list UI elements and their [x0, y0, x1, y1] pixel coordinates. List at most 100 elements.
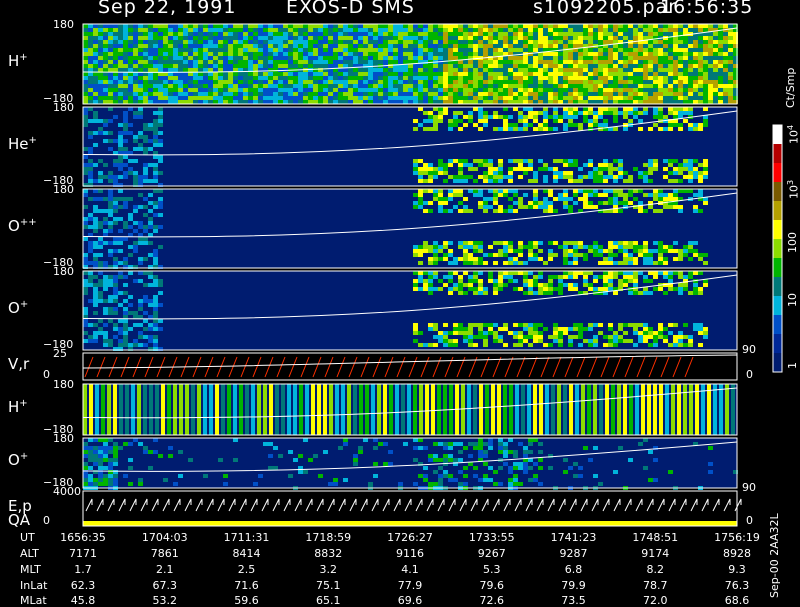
heatmap-cell — [268, 24, 273, 28]
heatmap-cell — [513, 474, 518, 478]
heatmap-cell — [133, 40, 138, 44]
heatmap-cell — [143, 295, 148, 299]
heatmap-cell — [203, 32, 208, 36]
heatmap-cell — [533, 44, 538, 48]
heatmap-cell — [263, 48, 268, 52]
heatmap-cell — [603, 36, 608, 40]
heatmap-cell — [363, 44, 368, 48]
heatmap-cell — [688, 163, 693, 167]
heatmap-cell — [443, 245, 448, 249]
heatmap-cell — [393, 60, 398, 64]
heatmap-cell — [508, 127, 513, 131]
heatmap-cell — [473, 100, 478, 104]
heatmap-cell — [413, 28, 418, 32]
heatmap-cell — [98, 119, 103, 123]
heatmap-cell — [298, 32, 303, 36]
heatmap-cell — [473, 123, 478, 127]
heatmap-cell — [298, 56, 303, 60]
heatmap-cell — [483, 201, 488, 205]
heatmap-cell — [103, 446, 108, 450]
heatmap-cell — [498, 163, 503, 167]
heatmap-cell — [443, 40, 448, 44]
heatmap-cell — [413, 92, 418, 96]
heatmap-cell — [113, 295, 118, 299]
heatmap-cell — [298, 64, 303, 68]
heatmap-cell — [93, 143, 98, 147]
heatmap-cell — [233, 100, 238, 104]
heatmap-cell — [608, 76, 613, 80]
heatmap-cell — [533, 100, 538, 104]
heatmap-cell — [528, 123, 533, 127]
heatmap-cell — [673, 60, 678, 64]
heatmap-cell — [433, 171, 438, 175]
heatmap-cell — [548, 343, 553, 347]
heatmap-cell — [448, 36, 453, 40]
heatmap-cell — [463, 44, 468, 48]
heatmap-cell — [708, 80, 713, 84]
heatmap-cell — [688, 72, 693, 76]
heatmap-cell — [293, 64, 298, 68]
heatmap-cell — [103, 64, 108, 68]
heatmap-cell — [458, 171, 463, 175]
heatmap-cell — [153, 167, 158, 171]
heatmap-cell — [93, 331, 98, 335]
heatmap-cell — [158, 107, 163, 111]
heatmap-cell — [593, 123, 598, 127]
heatmap-cell — [338, 92, 343, 96]
heatmap-cell — [588, 60, 593, 64]
heatmap-cell — [138, 56, 143, 60]
heatmap-cell — [458, 327, 463, 331]
heatmap-cell — [188, 56, 193, 60]
heatmap-cell — [428, 56, 433, 60]
heatmap-cell — [88, 275, 93, 279]
heatmap-cell — [478, 92, 483, 96]
heatmap-cell — [143, 96, 148, 100]
heatmap-cell — [683, 323, 688, 327]
heatmap-cell — [658, 241, 663, 245]
heatmap-cell — [613, 72, 618, 76]
heatmap-cell — [528, 205, 533, 209]
heatmap-cell — [553, 56, 558, 60]
heatmap-cell — [523, 291, 528, 295]
heatmap-cell — [653, 107, 658, 111]
heatmap-cell — [448, 249, 453, 253]
heatmap-cell — [698, 189, 703, 193]
heatmap-cell — [93, 189, 98, 193]
heatmap-cell — [563, 189, 568, 193]
heatmap-cell — [703, 159, 708, 163]
heatmap-cell — [518, 343, 523, 347]
heatmap-cell — [163, 48, 168, 52]
heatmap-cell — [248, 64, 253, 68]
heatmap-cell — [453, 52, 458, 56]
heatmap-cell — [538, 32, 543, 36]
heatmap-cell — [703, 72, 708, 76]
heatmap-cell — [278, 64, 283, 68]
heatmap-cell — [463, 257, 468, 261]
heatmap-cell — [258, 76, 263, 80]
heatmap-cell — [718, 40, 723, 44]
heatmap-cell — [533, 84, 538, 88]
heatmap-cell — [428, 111, 433, 115]
heatmap-cell — [483, 96, 488, 100]
heatmap-cell — [653, 193, 658, 197]
heatmap-cell — [663, 257, 668, 261]
heatmap-cell — [513, 257, 518, 261]
heatmap-cell — [88, 225, 93, 229]
heatmap-cell — [418, 107, 423, 111]
heatmap-cell — [313, 454, 318, 458]
heatmap-cell — [573, 32, 578, 36]
heatmap-cell — [488, 179, 493, 183]
heatmap-cell — [608, 96, 613, 100]
heatmap-cell — [388, 92, 393, 96]
heatmap-cell — [183, 60, 188, 64]
heatmap-cell — [293, 24, 298, 28]
heatmap-cell — [158, 225, 163, 229]
heatmap-cell — [498, 127, 503, 131]
heatmap-cell — [453, 48, 458, 52]
heatmap-cell — [438, 331, 443, 335]
heatmap-cell — [158, 155, 163, 159]
heatmap-cell — [478, 96, 483, 100]
heatmap-cell — [643, 275, 648, 279]
heatmap-cell — [443, 68, 448, 72]
heatmap-cell — [608, 52, 613, 56]
